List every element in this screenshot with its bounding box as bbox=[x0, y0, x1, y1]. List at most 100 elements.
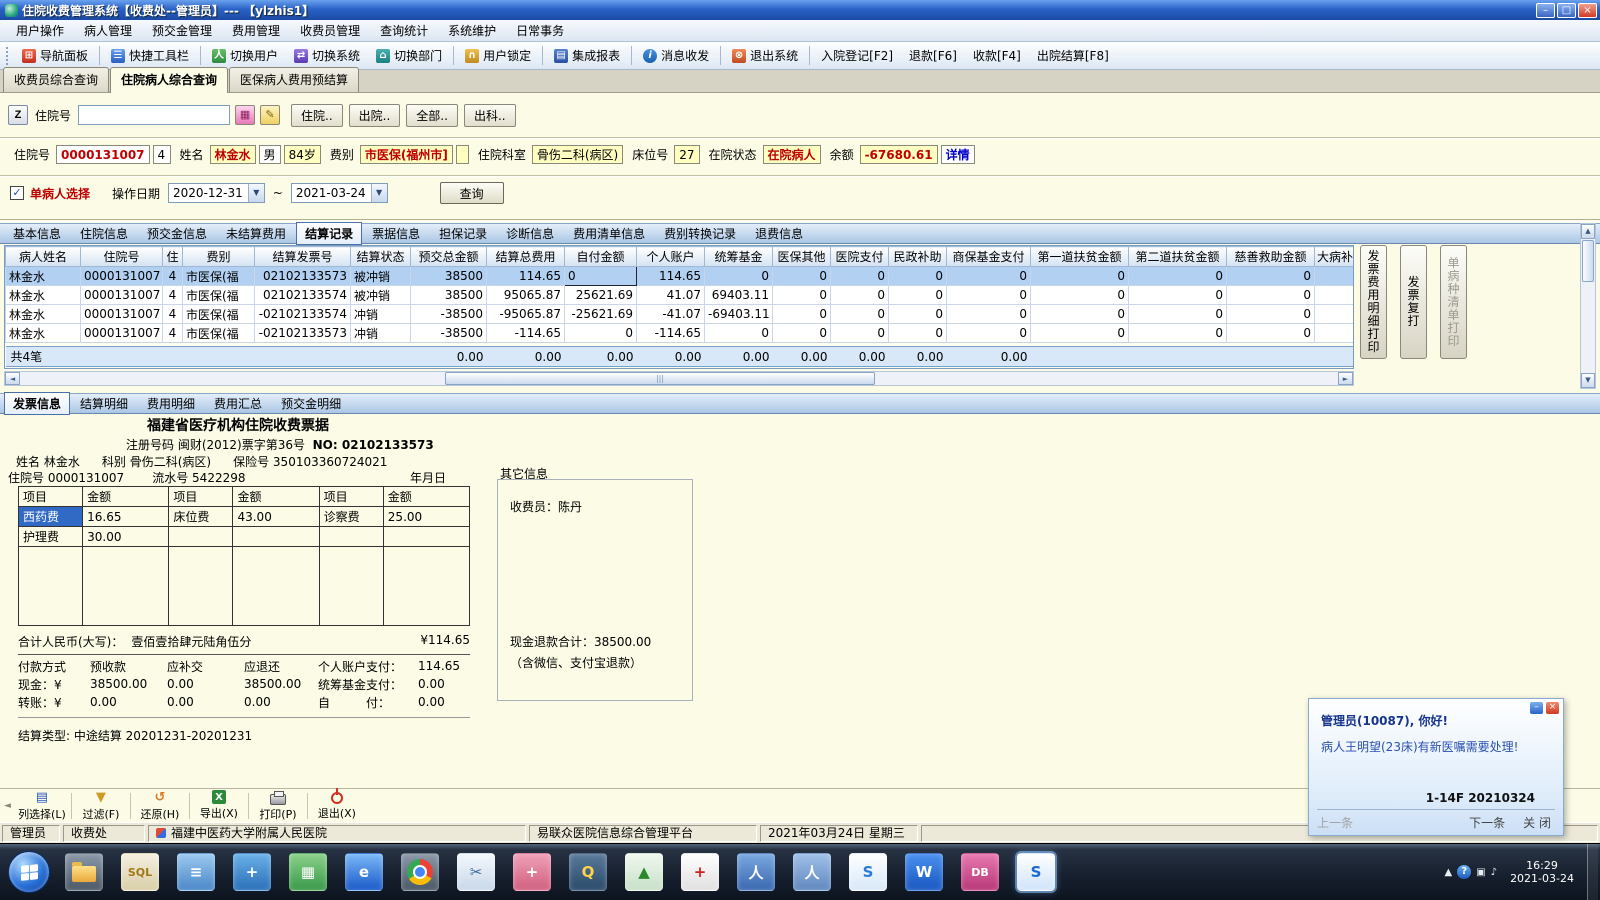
browser-icon[interactable]: e bbox=[345, 853, 383, 891]
hidden-icons-arrow[interactable]: ▲ bbox=[1445, 867, 1453, 878]
detail-tab-退费信息[interactable]: 退费信息 bbox=[746, 222, 812, 245]
grid-column-第二道扶贫金额[interactable]: 第二道扶贫金额 bbox=[1129, 247, 1227, 267]
invoice-tab-结算明细[interactable]: 结算明细 bbox=[71, 392, 137, 415]
grid-column-费别[interactable]: 费别 bbox=[183, 247, 255, 267]
action-还原(H)[interactable]: ↺还原(H) bbox=[133, 790, 187, 822]
menu-查询统计[interactable]: 查询统计 bbox=[370, 19, 438, 42]
grid-column-个人账户[interactable]: 个人账户 bbox=[637, 247, 705, 267]
invoice-item-row[interactable]: 护理费30.00 bbox=[19, 527, 470, 547]
toolbar-退出系统[interactable]: ⊗退出系统 bbox=[724, 43, 806, 68]
detail-tab-住院信息[interactable]: 住院信息 bbox=[71, 222, 137, 245]
close-button[interactable]: × bbox=[1578, 3, 1597, 18]
invoice-tab-预交金明细[interactable]: 预交金明细 bbox=[272, 392, 350, 415]
detail-tab-结算记录[interactable]: 结算记录 bbox=[296, 222, 362, 245]
toolbar-消息收发[interactable]: i消息收发 bbox=[635, 43, 717, 68]
toolbar-收款[F4][interactable]: 收款[F4] bbox=[965, 43, 1029, 68]
menu-收费员管理[interactable]: 收费员管理 bbox=[290, 19, 370, 42]
settlement-row[interactable]: 林金水00001310074市医保(福-02102133573冲销-38500-… bbox=[6, 324, 1355, 343]
grid-column-住[interactable]: 住 bbox=[163, 247, 183, 267]
detail-tab-预交金信息[interactable]: 预交金信息 bbox=[138, 222, 216, 245]
main-tab-住院病人综合查询[interactable]: 住院病人综合查询 bbox=[110, 67, 228, 93]
nurse-app-icon[interactable]: + bbox=[513, 853, 551, 891]
toolbar-集成报表[interactable]: ▤集成报表 bbox=[546, 43, 628, 68]
button-发票费用明细打印[interactable]: 发票费用明细打印 bbox=[1360, 245, 1387, 359]
menu-预交金管理[interactable]: 预交金管理 bbox=[142, 19, 222, 42]
scroll-down-icon[interactable]: ▼ bbox=[1581, 373, 1595, 388]
single-patient-checkbox[interactable]: ✓ bbox=[10, 186, 24, 200]
snip-tool-icon[interactable]: ✂ bbox=[457, 853, 495, 891]
yilian-app-icon[interactable]: S bbox=[849, 853, 887, 891]
yilian-his-icon[interactable]: S bbox=[1017, 853, 1055, 891]
grid-column-结算发票号[interactable]: 结算发票号 bbox=[255, 247, 351, 267]
query-button[interactable]: 查询 bbox=[440, 182, 504, 204]
toolbar-快捷工具栏[interactable]: ☰快捷工具栏 bbox=[103, 43, 197, 68]
edit-icon[interactable]: ✎ bbox=[260, 105, 280, 125]
hr-app-icon[interactable]: 人 bbox=[737, 853, 775, 891]
volume-icon[interactable]: ♪ bbox=[1491, 867, 1497, 878]
green-app-icon[interactable]: ▦ bbox=[289, 853, 327, 891]
grid-column-统筹基金[interactable]: 统筹基金 bbox=[705, 247, 773, 267]
his-doctor-icon[interactable]: + bbox=[233, 853, 271, 891]
menu-系统维护[interactable]: 系统维护 bbox=[438, 19, 506, 42]
detail-tab-基本信息[interactable]: 基本信息 bbox=[4, 222, 70, 245]
horizontal-scrollbar[interactable]: ◄ ► bbox=[4, 371, 1354, 386]
card-view-icon[interactable]: ▦ bbox=[235, 105, 255, 125]
taskbar-clock[interactable]: 16:29 2021-03-24 bbox=[1510, 859, 1574, 885]
menu-用户操作[interactable]: 用户操作 bbox=[6, 19, 74, 42]
grid-column-结算状态[interactable]: 结算状态 bbox=[351, 247, 411, 267]
start-button[interactable] bbox=[8, 851, 50, 893]
notes-icon[interactable]: ≡ bbox=[177, 853, 215, 891]
grid-column-住院号[interactable]: 住院号 bbox=[81, 247, 163, 267]
date-from-select[interactable]: 2020-12-31▼ bbox=[168, 183, 265, 203]
scrollbar-thumb[interactable] bbox=[1582, 240, 1594, 282]
toolbar-用户锁定[interactable]: ∩用户锁定 bbox=[457, 43, 539, 68]
main-tab-收费员综合查询[interactable]: 收费员综合查询 bbox=[3, 67, 109, 92]
notification-close-button[interactable]: × bbox=[1546, 702, 1559, 714]
invoice-tab-发票信息[interactable]: 发票信息 bbox=[4, 392, 70, 415]
scroll-left-icon[interactable]: ◄ bbox=[5, 372, 20, 385]
settlement-row[interactable]: 林金水00001310074市医保(福02102133573被冲销3850011… bbox=[6, 267, 1355, 286]
toolbar-退款[F6][interactable]: 退款[F6] bbox=[901, 43, 965, 68]
action-退出(X)[interactable]: 退出(X) bbox=[310, 790, 364, 822]
toolbar-切换用户[interactable]: 人切换用户 bbox=[204, 43, 286, 68]
action-打印(P)[interactable]: 打印(P) bbox=[251, 790, 305, 822]
chevron-down-icon[interactable]: ▼ bbox=[248, 184, 264, 202]
notification-prev-link[interactable]: 上一条 bbox=[1317, 814, 1353, 831]
grid-column-大病补偿金额[interactable]: 大病补偿金额 bbox=[1315, 247, 1355, 267]
main-tab-医保病人费用预结算[interactable]: 医保病人费用预结算 bbox=[229, 67, 359, 92]
notification-minimize-button[interactable] bbox=[1530, 702, 1543, 714]
action-过滤(F)[interactable]: ▼过滤(F) bbox=[74, 790, 128, 822]
scroll-right-icon[interactable]: ► bbox=[1338, 372, 1353, 385]
help-icon[interactable]: ? bbox=[1457, 865, 1471, 879]
grid-column-结算总费用[interactable]: 结算总费用 bbox=[487, 247, 565, 267]
grid-column-第一道扶贫金额[interactable]: 第一道扶贫金额 bbox=[1031, 247, 1129, 267]
detail-tab-未结算费用[interactable]: 未结算费用 bbox=[217, 222, 295, 245]
grid-column-自付金额[interactable]: 自付金额 bbox=[565, 247, 637, 267]
invoice-item-row[interactable]: 西药费16.65床位费43.00诊察费25.00 bbox=[19, 507, 470, 527]
db-tool-icon[interactable]: DB bbox=[961, 853, 999, 891]
detail-tab-票据信息[interactable]: 票据信息 bbox=[363, 222, 429, 245]
toolbar-入院登记[F2][interactable]: 入院登记[F2] bbox=[813, 43, 901, 68]
patient-field-value-11[interactable]: 详情 bbox=[941, 145, 975, 164]
z-shortcut-button[interactable]: Z bbox=[8, 105, 28, 125]
medical-app-icon[interactable]: + bbox=[681, 853, 719, 891]
grid-column-民政补助[interactable]: 民政补助 bbox=[889, 247, 947, 267]
button-发票复打[interactable]: 发票复打 bbox=[1400, 245, 1427, 359]
menu-日常事务[interactable]: 日常事务 bbox=[506, 19, 574, 42]
admission-no-input[interactable] bbox=[78, 105, 230, 125]
toolbar-导航面板[interactable]: ⊞导航面板 bbox=[14, 43, 96, 68]
invoice-tab-费用汇总[interactable]: 费用汇总 bbox=[205, 392, 271, 415]
filter-button-住院..[interactable]: 住院.. bbox=[291, 104, 343, 127]
show-desktop-button[interactable] bbox=[1587, 844, 1598, 900]
chevron-down-icon[interactable]: ▼ bbox=[371, 184, 387, 202]
vertical-scrollbar[interactable]: ▲ ▼ bbox=[1580, 223, 1596, 389]
menu-病人管理[interactable]: 病人管理 bbox=[74, 19, 142, 42]
detail-tab-担保记录[interactable]: 担保记录 bbox=[430, 222, 496, 245]
network-icon[interactable]: ▣ bbox=[1476, 867, 1485, 878]
date-to-select[interactable]: 2021-03-24▼ bbox=[291, 183, 388, 203]
settlement-row[interactable]: 林金水00001310074市医保(福-02102133574冲销-38500-… bbox=[6, 305, 1355, 324]
filter-button-出科..[interactable]: 出科.. bbox=[464, 104, 516, 127]
sql-query-icon[interactable]: Q bbox=[569, 853, 607, 891]
scrollbar-thumb[interactable] bbox=[445, 372, 875, 385]
maximize-button[interactable]: □ bbox=[1557, 3, 1576, 18]
